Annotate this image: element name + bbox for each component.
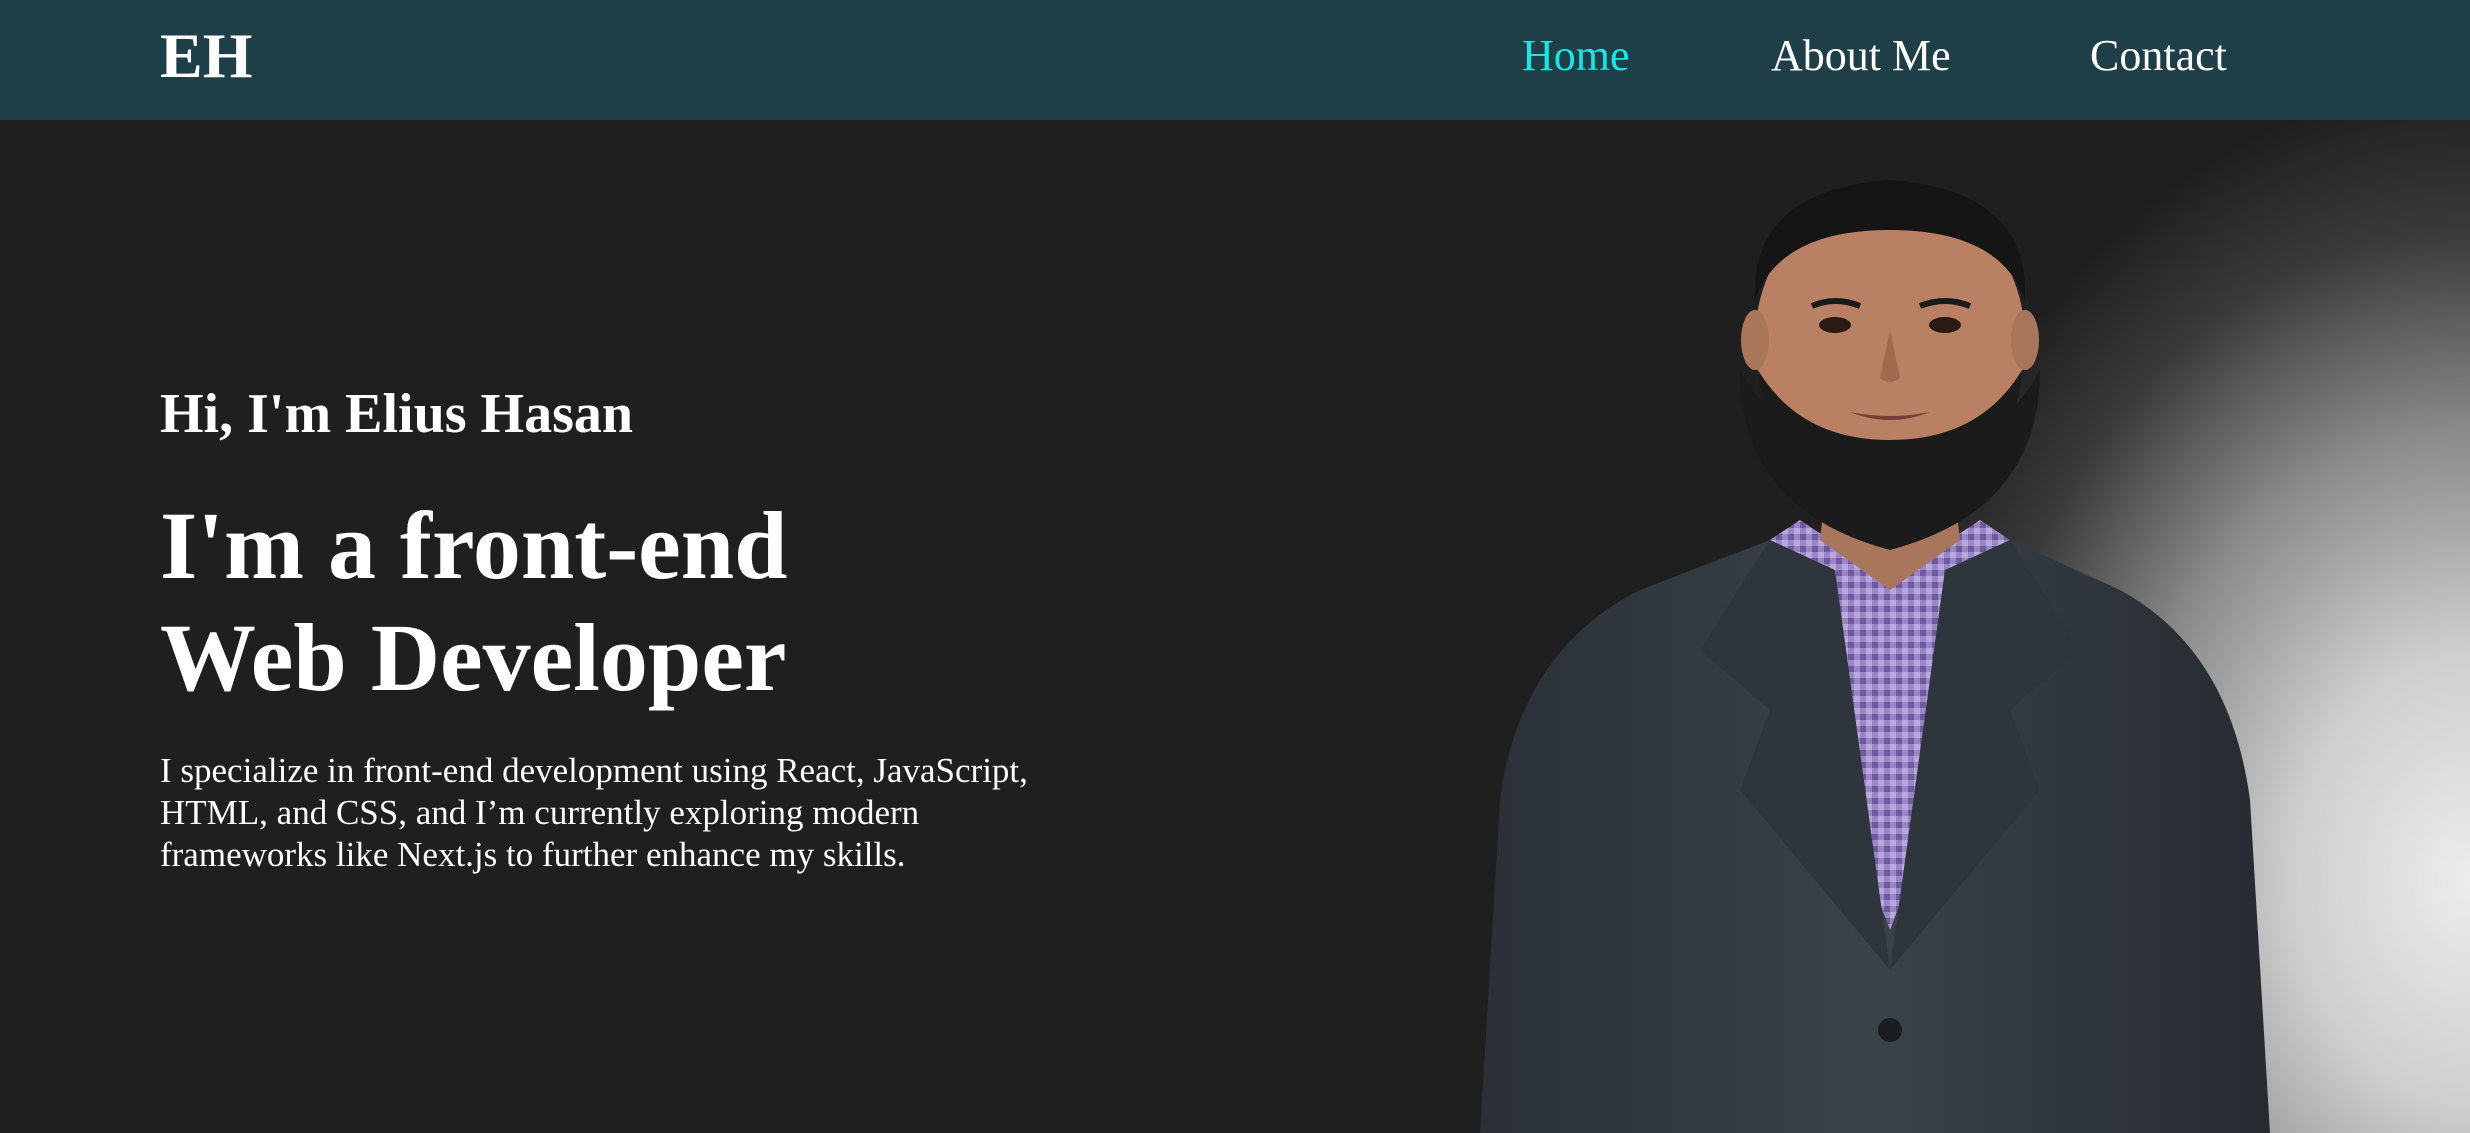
nav-link-home[interactable]: Home xyxy=(1522,30,1630,82)
hero-headline: I'm a front-end Web Developer xyxy=(160,490,788,714)
hero-greeting: Hi, I'm Elius Hasan xyxy=(160,383,634,445)
bio-line-1: I specialize in front-end development us… xyxy=(160,751,1028,790)
bio-line-2: HTML, and CSS, and I’m currently explori… xyxy=(160,793,920,832)
logo-link[interactable]: EH xyxy=(160,18,252,94)
bio-line-3: frameworks like Next.js to further enhan… xyxy=(160,835,906,874)
portrait-photo xyxy=(1480,180,2270,1133)
hero-section: Hi, I'm Elius Hasan I'm a front-end Web … xyxy=(0,120,2470,1133)
navbar: EH Home About Me Contact xyxy=(0,0,2470,120)
nav-link-contact[interactable]: Contact xyxy=(2090,30,2227,82)
headline-line-2: Web Developer xyxy=(160,604,787,711)
nav-link-about-me[interactable]: About Me xyxy=(1771,30,1951,82)
hero-bio: I specialize in front-end development us… xyxy=(160,750,1100,876)
headline-line-1: I'm a front-end xyxy=(160,492,788,599)
